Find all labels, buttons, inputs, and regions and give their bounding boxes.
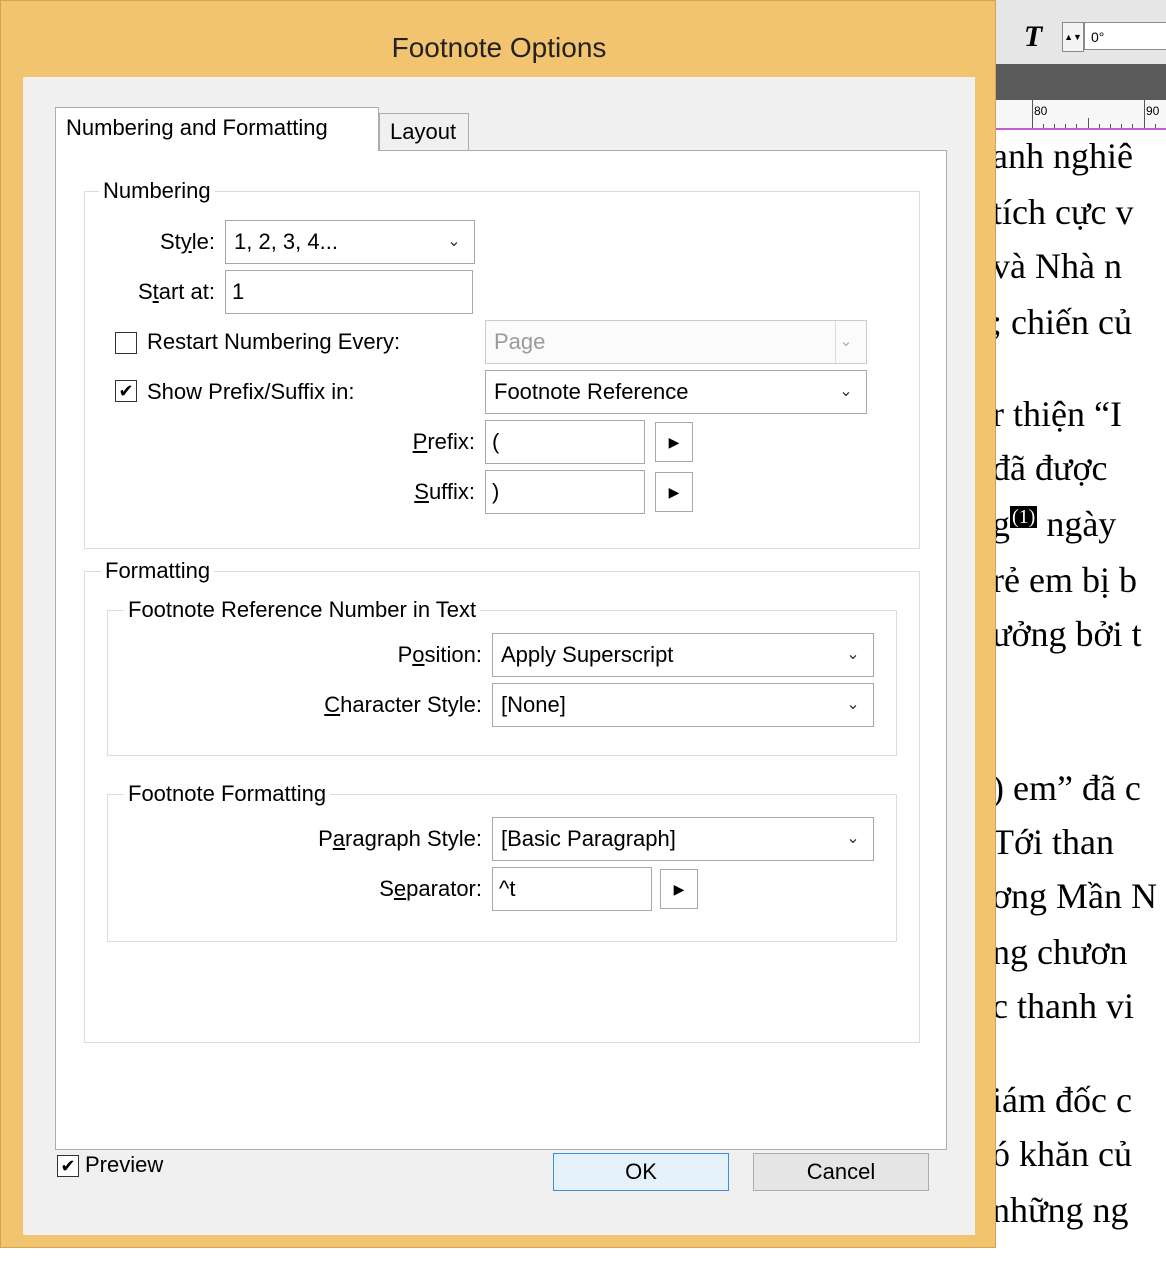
document-line: ưởng bởi t <box>996 614 1142 654</box>
document-line: c thanh vi <box>996 986 1134 1026</box>
show-prefix-suffix-checkbox[interactable]: ✔ <box>115 380 137 402</box>
footnote-formatting-legend: Footnote Formatting <box>124 781 331 807</box>
restart-numbering-checkbox[interactable] <box>115 332 137 354</box>
formatting-group: Formatting Footnote Reference Number in … <box>84 558 920 1043</box>
ruler-number: 80 <box>1034 104 1048 118</box>
flyout-arrow-icon: ▶ <box>673 881 685 897</box>
ruler-number: 90 <box>1146 104 1160 118</box>
show-prefix-suffix-label: Show Prefix/Suffix in: <box>147 379 355 404</box>
document-line: tích cực v <box>996 192 1134 232</box>
spin-arrows-icon: ▲▼ <box>1064 32 1082 42</box>
position-label: Position: <box>397 642 482 667</box>
formatting-legend: Formatting <box>101 558 215 584</box>
rotation-angle-field[interactable]: 0° <box>1084 22 1166 50</box>
document-text: g <box>996 504 1010 544</box>
tab-numbering-and-formatting[interactable]: Numbering and Formatting <box>55 107 379 151</box>
document-line: rẻ em bị b <box>996 560 1137 600</box>
flyout-arrow-icon: ▶ <box>668 484 680 500</box>
separator-insert-special-button[interactable]: ▶ <box>660 869 698 909</box>
document-line-with-footnote: g (1) ngày <box>996 504 1116 544</box>
preview-checkbox[interactable]: ✔ <box>57 1155 79 1177</box>
restart-numbering-label: Restart Numbering Every: <box>147 329 401 354</box>
check-icon: ✔ <box>118 381 134 401</box>
document-line: những ng <box>996 1190 1129 1230</box>
paragraph-style-label: Paragraph Style: <box>318 826 482 851</box>
chevron-down-icon: ⌄ <box>447 233 461 250</box>
document-line: ; chiến củ <box>996 302 1132 342</box>
footnote-reference-marker[interactable]: (1) <box>1010 506 1038 528</box>
document-page[interactable]: anh nghiê tích cực v và Nhà n ; chiến củ… <box>996 130 1166 1267</box>
document-tab-strip <box>996 64 1166 100</box>
chevron-down-icon: ⌄ <box>846 830 860 847</box>
ruler-tick <box>1032 100 1033 130</box>
document-line: ) em” đã c <box>996 768 1141 808</box>
rotation-spinner[interactable]: ▲▼ <box>1062 22 1084 52</box>
document-line: iám đốc c <box>996 1080 1132 1120</box>
prefix-insert-special-button[interactable]: ▶ <box>655 422 693 462</box>
tab-layout[interactable]: Layout <box>379 113 469 151</box>
prefix-label: Prefix: <box>412 429 475 454</box>
restart-numbering-value: Page <box>494 329 546 354</box>
numbering-style-value: 1, 2, 3, 4... <box>234 229 338 254</box>
start-at-input[interactable]: 1 <box>225 270 473 314</box>
separator-input[interactable]: ^t <box>492 867 652 911</box>
footnote-formatting-group: Footnote Formatting Paragraph Style: [Ba… <box>107 781 897 942</box>
flyout-arrow-icon: ▶ <box>668 434 680 450</box>
restart-numbering-dropdown: Page ⌄ <box>485 320 867 364</box>
check-icon: ✔ <box>60 1156 76 1176</box>
ruler-tick <box>1144 100 1145 130</box>
numbering-legend: Numbering <box>99 178 215 204</box>
position-value: Apply Superscript <box>501 642 674 667</box>
chevron-down-icon: ⌄ <box>835 321 856 363</box>
document-line: và Nhà n <box>996 246 1122 286</box>
suffix-label: Suffix: <box>414 479 475 504</box>
preview-label: Preview <box>85 1152 164 1177</box>
character-style-dropdown[interactable]: [None] ⌄ <box>492 683 874 727</box>
paragraph-style-value: [Basic Paragraph] <box>501 826 676 851</box>
numbering-style-dropdown[interactable]: 1, 2, 3, 4... ⌄ <box>225 220 475 264</box>
character-style-value: [None] <box>501 692 566 717</box>
chevron-down-icon: ⌄ <box>839 383 853 400</box>
numbering-and-formatting-panel: Numbering Style: 1, 2, 3, 4... ⌄ Start a… <box>55 150 947 1150</box>
cancel-button[interactable]: Cancel <box>753 1153 929 1191</box>
start-at-label: Start at: <box>137 279 215 304</box>
footnote-reference-legend: Footnote Reference Number in Text <box>124 597 481 623</box>
dialog-body: Numbering and Formatting Layout Numberin… <box>23 77 975 1235</box>
separator-label: Separator: <box>379 876 482 901</box>
numbering-group: Numbering Style: 1, 2, 3, 4... ⌄ Start a… <box>84 178 920 549</box>
document-line: đã được <box>996 448 1108 488</box>
suffix-input[interactable]: ) <box>485 470 645 514</box>
position-dropdown[interactable]: Apply Superscript ⌄ <box>492 633 874 677</box>
document-line: ng chươn <box>996 932 1128 972</box>
suffix-insert-special-button[interactable]: ▶ <box>655 472 693 512</box>
style-label: Style: <box>159 229 215 254</box>
show-prefix-suffix-value: Footnote Reference <box>494 379 689 404</box>
document-line: ó khăn củ <box>996 1134 1132 1174</box>
document-line: r thiện “I <box>996 394 1122 434</box>
prefix-input[interactable]: ( <box>485 420 645 464</box>
footnote-reference-group: Footnote Reference Number in Text Positi… <box>107 597 897 756</box>
document-line: anh nghiê <box>996 136 1133 176</box>
character-style-label: Character Style: <box>324 692 482 717</box>
document-line: Tới than <box>996 822 1115 862</box>
document-text: ngày <box>1046 504 1117 544</box>
horizontal-ruler: 80 90 <box>996 100 1166 131</box>
type-tool-icon[interactable]: T <box>1016 20 1050 54</box>
footnote-options-dialog: Footnote Options Numbering and Formattin… <box>0 0 996 1248</box>
chevron-down-icon: ⌄ <box>846 696 860 713</box>
dialog-title: Footnote Options <box>391 32 607 63</box>
ok-button[interactable]: OK <box>553 1153 729 1191</box>
paragraph-style-dropdown[interactable]: [Basic Paragraph] ⌄ <box>492 817 874 861</box>
show-prefix-suffix-dropdown[interactable]: Footnote Reference ⌄ <box>485 370 867 414</box>
chevron-down-icon: ⌄ <box>846 646 860 663</box>
document-line: ơng Mần N <box>996 876 1158 916</box>
